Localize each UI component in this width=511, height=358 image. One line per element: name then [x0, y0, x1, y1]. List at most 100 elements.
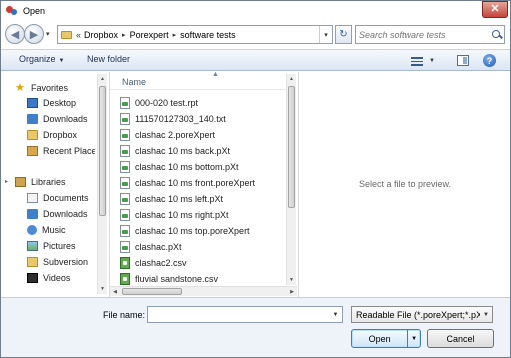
forward-button[interactable]: ▶	[24, 24, 44, 44]
nav-item-label: Downloads	[43, 208, 88, 219]
file-name: clashac 2.poreXpert	[135, 129, 216, 140]
nav-vertical-scrollbar[interactable]: ▲ ▼	[97, 74, 107, 294]
preview-pane-toggle-icon[interactable]	[457, 55, 469, 66]
file-row[interactable]: 111570127303_140.txt	[120, 111, 285, 126]
breadcrumb-porexpert[interactable]: Porexpert	[130, 30, 169, 40]
file-icon	[120, 176, 130, 189]
scroll-up-arrow-icon[interactable]: ▲	[287, 74, 296, 84]
breadcrumb-software-tests[interactable]: software tests	[180, 30, 236, 40]
nav-item-subversion[interactable]: Subversion	[27, 254, 95, 269]
file-row[interactable]: clashac 10 ms right.pXt	[120, 207, 285, 222]
nav-item-recent-places[interactable]: Recent Places	[27, 143, 95, 158]
file-icon	[120, 112, 130, 125]
nav-item-documents[interactable]: Documents	[27, 190, 95, 205]
file-row[interactable]: clashac 10 ms front.poreXpert	[120, 175, 285, 190]
close-button[interactable]: ✕	[482, 1, 508, 18]
expand-arrow-icon[interactable]: ▸	[5, 178, 13, 185]
nav-item-downloads-library[interactable]: Downloads	[27, 206, 95, 221]
filename-combobox[interactable]: ▼	[147, 306, 343, 323]
music-icon	[27, 224, 37, 235]
scroll-down-arrow-icon[interactable]: ▼	[287, 275, 296, 285]
file-name: fluvial sandstone.csv	[135, 273, 219, 284]
file-name: clashac 10 ms back.pXt	[135, 145, 231, 156]
open-button[interactable]: Open ▼	[351, 329, 421, 348]
file-name: clashac 10 ms bottom.pXt	[135, 161, 239, 172]
scroll-left-arrow-icon[interactable]: ◀	[110, 287, 120, 296]
nav-item-desktop[interactable]: Desktop	[27, 95, 95, 110]
organize-label: Organize	[19, 54, 56, 64]
nav-item-label: Downloads	[43, 113, 88, 124]
nav-item-pictures[interactable]: Pictures	[27, 238, 95, 253]
chevron-down-icon: ▼	[58, 58, 65, 64]
file-name: clashac 10 ms top.poreXpert	[135, 225, 250, 236]
nav-item-label: Dropbox	[43, 129, 78, 140]
file-row[interactable]: 000-020 test.rpt	[120, 95, 285, 110]
nav-item-dropbox[interactable]: Dropbox	[27, 127, 95, 142]
nav-item-videos[interactable]: Videos	[27, 270, 95, 285]
file-row[interactable]: clashac 10 ms back.pXt	[120, 143, 285, 158]
open-options-dropdown-icon[interactable]: ▼	[407, 330, 420, 347]
chevron-down-icon[interactable]: ▼	[329, 307, 342, 322]
address-dropdown[interactable]: ▾	[319, 26, 332, 43]
file-horizontal-scrollbar[interactable]: ◀ ▶	[110, 286, 297, 296]
cancel-button[interactable]: Cancel	[427, 329, 494, 348]
file-name: clashac 10 ms left.pXt	[135, 193, 224, 204]
file-row[interactable]: clashac2.csv	[120, 255, 285, 270]
filename-label: File name:	[103, 310, 146, 320]
nav-item-label: Subversion	[43, 256, 89, 267]
column-header-name[interactable]: ▲ Name	[110, 71, 286, 90]
file-row[interactable]: clashac 10 ms bottom.pXt	[120, 159, 285, 174]
nav-item-label: Documents	[43, 192, 89, 203]
nav-favorites-label: Favorites	[31, 82, 69, 93]
new-folder-button[interactable]: New folder	[87, 54, 130, 64]
nav-item-label: Videos	[43, 272, 71, 283]
nav-libraries[interactable]: ▸ Libraries	[5, 174, 99, 189]
nav-item-music[interactable]: Music	[27, 222, 95, 237]
file-icon	[120, 144, 130, 157]
search-input[interactable]	[359, 27, 489, 42]
file-row[interactable]: clashac.pXt	[120, 239, 285, 254]
scroll-up-arrow-icon[interactable]: ▲	[98, 74, 107, 84]
file-row[interactable]: fluvial sandstone.csv	[120, 271, 285, 286]
scroll-right-arrow-icon[interactable]: ▶	[287, 287, 297, 296]
downloads-icon	[27, 208, 38, 219]
file-row[interactable]: clashac 10 ms top.poreXpert	[120, 223, 285, 238]
file-name: clashac.pXt	[135, 241, 182, 252]
filename-input[interactable]	[151, 308, 329, 321]
organize-button[interactable]: Organize ▼	[19, 54, 64, 64]
nav-favorites[interactable]: ★ Favorites	[15, 80, 109, 95]
file-list-pane: ▲ Name 000-020 test.rpt 111570127303_140…	[109, 71, 297, 297]
scrollbar-thumb[interactable]	[122, 288, 182, 295]
breadcrumb-dropbox[interactable]: Dropbox	[84, 30, 118, 40]
recent-locations-dropdown[interactable]: ▾	[46, 30, 50, 38]
search-icon[interactable]	[491, 29, 503, 41]
file-row[interactable]: clashac 2.poreXpert	[120, 127, 285, 142]
back-button[interactable]: ◀	[5, 24, 25, 44]
column-name-label: Name	[122, 77, 147, 87]
address-bar[interactable]: « Dropbox ▸ Porexpert ▸ software tests ▾	[57, 25, 333, 44]
command-toolbar: Organize ▼ New folder ▼ ?	[1, 49, 510, 71]
videos-icon	[27, 272, 38, 283]
breadcrumb-overflow[interactable]: «	[76, 30, 81, 40]
chevron-down-icon: ▼	[429, 58, 435, 64]
breadcrumb-arrow[interactable]: ▸	[173, 31, 177, 39]
file-name: clashac2.csv	[135, 257, 187, 268]
search-box[interactable]	[355, 25, 505, 44]
nav-item-downloads[interactable]: Downloads	[27, 111, 95, 126]
scrollbar-thumb[interactable]	[288, 86, 295, 208]
pictures-icon	[27, 240, 38, 251]
chevron-down-icon[interactable]: ▼	[480, 307, 492, 322]
nav-libraries-label: Libraries	[31, 176, 66, 187]
sort-ascending-icon: ▲	[212, 71, 219, 78]
refresh-button[interactable]: ↻	[335, 25, 352, 44]
breadcrumb-arrow[interactable]: ▸	[122, 31, 126, 39]
change-view-button[interactable]: ▼	[411, 54, 441, 68]
scroll-down-arrow-icon[interactable]: ▼	[98, 284, 107, 294]
file-vertical-scrollbar[interactable]: ▲ ▼	[286, 74, 296, 285]
preview-pane: Select a file to preview.	[298, 72, 510, 297]
file-icon	[120, 96, 130, 109]
help-icon[interactable]: ?	[483, 54, 496, 67]
file-row[interactable]: clashac 10 ms left.pXt	[120, 191, 285, 206]
scrollbar-thumb[interactable]	[99, 86, 106, 216]
file-type-filter[interactable]: Readable File (*.poreXpert;*.pXt ▼	[351, 306, 493, 323]
